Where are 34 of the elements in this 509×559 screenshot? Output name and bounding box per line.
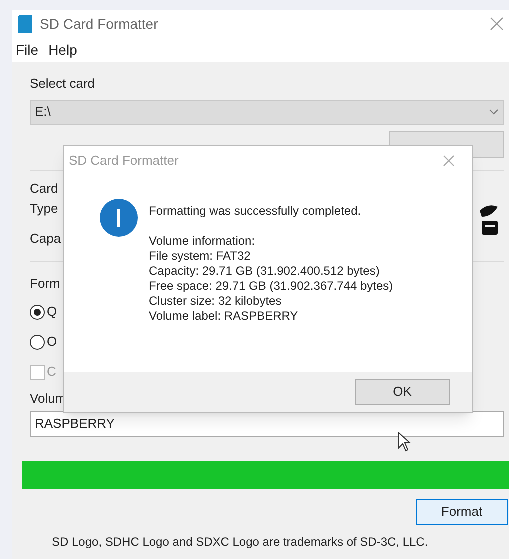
volume-info-line: Cluster size: 32 kilobytes [149, 294, 283, 309]
trademark-note: SD Logo, SDHC Logo and SDXC Logo are trademarks of SD-3C, LLC. [52, 534, 430, 550]
section-label: Form [30, 274, 60, 292]
dialog-title: SD Card Formatter [69, 152, 179, 170]
menu-item[interactable]: File [16, 40, 39, 60]
window-title: SD Card Formatter [40, 14, 158, 34]
info-icon [99, 198, 139, 238]
close-icon[interactable] [490, 17, 504, 31]
option-label: O [47, 333, 58, 352]
volume-info-line: Capacity: 29.71 GB (31.902.400.512 bytes) [149, 264, 381, 279]
section-label: Select card [30, 75, 96, 93]
checkbox[interactable] [30, 364, 45, 380]
volume-info-line: Volume information: [149, 234, 256, 249]
dialog-message: Formatting was successfully completed. [149, 204, 362, 219]
info-label: Capa [30, 230, 62, 248]
info-label: Type [30, 200, 60, 218]
option-label: Q [47, 303, 58, 322]
close-icon[interactable] [443, 155, 455, 167]
info-label: Card [30, 180, 60, 198]
ok-button[interactable]: OK [355, 379, 450, 405]
volume-info-line: Free space: 29.71 GB (31.902.367.744 bytes) [149, 279, 394, 294]
chevron-down-icon [489, 109, 499, 115]
format-button[interactable]: Format [416, 498, 508, 524]
sd-card-icon [18, 15, 32, 33]
menu-item[interactable]: Help [48, 40, 78, 60]
radio-button[interactable] [30, 334, 45, 350]
mouse-cursor-icon [398, 432, 412, 452]
card-dropdown[interactable]: E:\ [30, 100, 504, 124]
volume-info-line: Volume label: RASPBERRY [149, 309, 300, 324]
sd-logo-icon [478, 202, 500, 236]
volume-info-line: File system: FAT32 [149, 249, 252, 264]
radio-button[interactable] [30, 304, 45, 320]
option-label: C [47, 363, 56, 382]
volume-label-field[interactable]: RASPBERRY [30, 410, 504, 436]
